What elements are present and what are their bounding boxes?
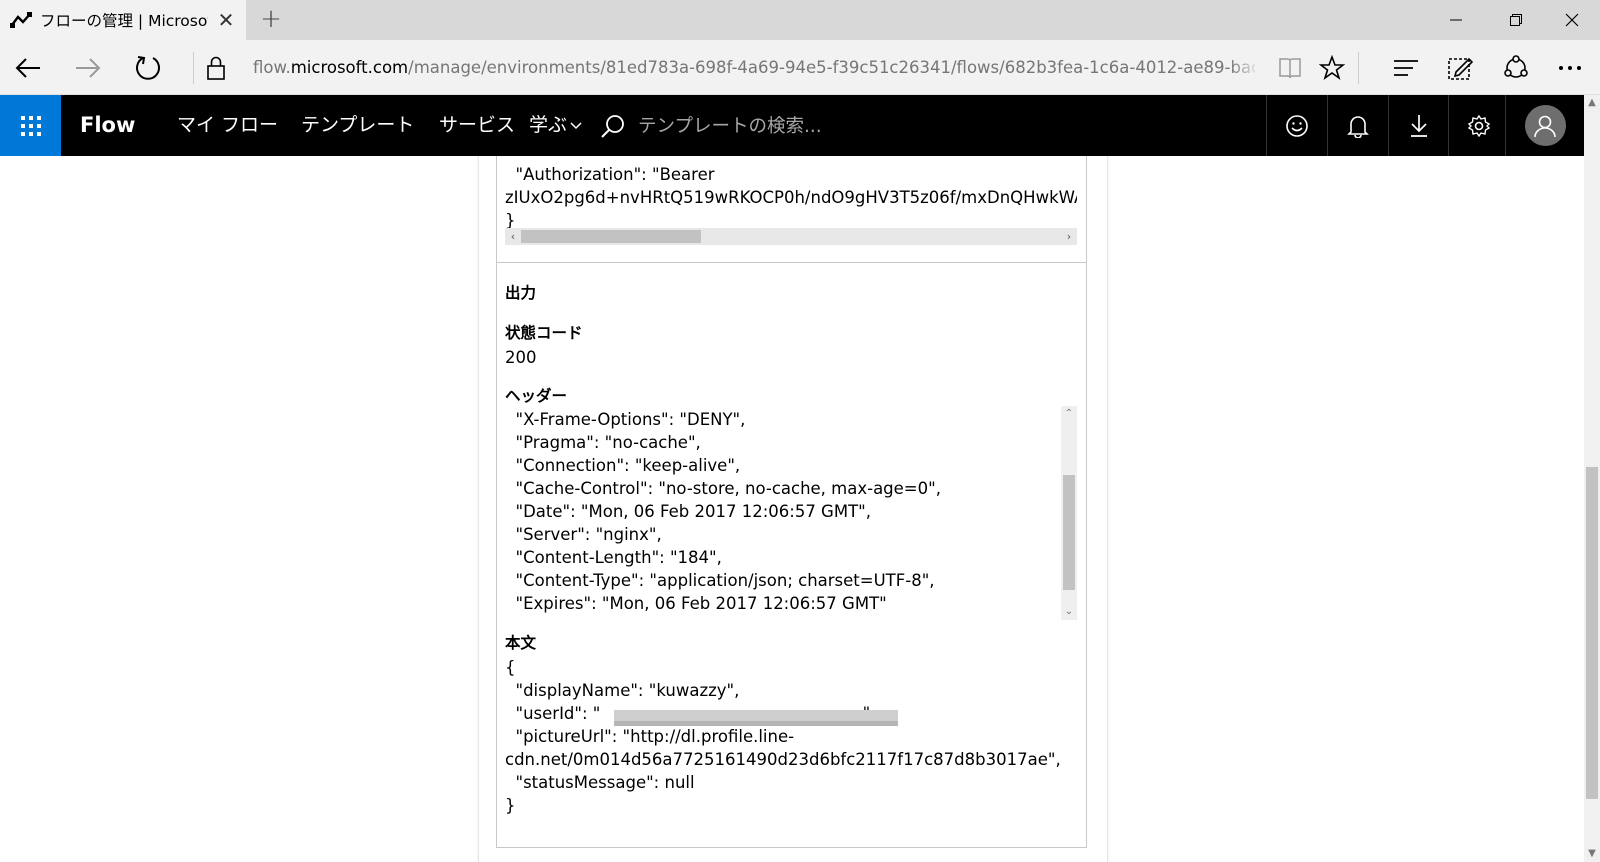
status-code-value: 200 <box>505 348 537 367</box>
request-headers-hscrollbar[interactable]: ‹ › <box>505 228 1077 245</box>
new-tab-icon[interactable]: + <box>258 6 284 33</box>
body-line: cdn.net/0m014d56a7725161490d23d6bfc2117f… <box>505 750 1061 769</box>
scroll-left-arrow-icon[interactable]: ‹ <box>505 228 521 245</box>
app-header: Flow マイ フロー テンプレート サービス 学ぶ <box>0 95 1584 156</box>
reading-view-icon[interactable] <box>1268 48 1312 88</box>
body-line: "statusMessage": null <box>505 773 695 792</box>
page-scrollbar-thumb[interactable] <box>1586 467 1598 799</box>
header-line: "Expires": "Mon, 06 Feb 2017 12:06:57 GM… <box>505 594 887 613</box>
header-line: "Cache-Control": "no-store, no-cache, ma… <box>505 479 941 498</box>
url-fade <box>1230 52 1260 84</box>
back-icon[interactable] <box>8 48 48 88</box>
nav-my-flows[interactable]: マイ フロー <box>177 109 278 141</box>
authorization-line: "Authorization": "Bearer <box>505 165 715 184</box>
feedback-smiley-icon[interactable] <box>1266 95 1326 156</box>
favorite-star-icon[interactable] <box>1310 48 1354 88</box>
refresh-icon[interactable] <box>128 48 168 88</box>
headers-label: ヘッダー <box>505 387 568 405</box>
nav-templates[interactable]: テンプレート <box>301 109 414 141</box>
scroll-right-arrow-icon[interactable]: › <box>1061 228 1077 245</box>
body-line: "pictureUrl": "http://dl.profile.line- <box>505 727 795 746</box>
toolbar-separator <box>1358 52 1359 84</box>
download-icon[interactable] <box>1388 95 1448 156</box>
header-line: "Content-Type": "application/json; chars… <box>505 571 935 590</box>
hub-icon[interactable] <box>1384 48 1428 88</box>
scroll-down-arrow-icon[interactable]: ⌄ <box>1061 604 1077 620</box>
avatar-person-icon <box>1524 105 1566 146</box>
status-code-label: 状態コード <box>505 324 583 342</box>
body-line: "displayName": "kuwazzy", <box>505 681 740 700</box>
url-host: microsoft.com <box>290 58 409 77</box>
browser-navigation-bar: flow.microsoft.com/manage/environments/8… <box>0 40 1600 95</box>
flow-logo-icon <box>10 12 32 28</box>
hscrollbar-thumb[interactable] <box>521 230 701 243</box>
lock-icon[interactable] <box>200 52 232 84</box>
settings-gear-icon[interactable] <box>1448 95 1508 156</box>
more-icon[interactable] <box>1548 48 1592 88</box>
minimize-icon[interactable] <box>1428 0 1484 40</box>
body-line: } <box>505 796 516 815</box>
nav-services[interactable]: サービス <box>439 109 515 141</box>
body-line: { <box>505 658 516 677</box>
body-label: 本文 <box>505 634 537 652</box>
search-icon[interactable] <box>600 113 626 139</box>
nav-learn-label: 学ぶ <box>529 114 568 136</box>
chevron-down-icon <box>570 121 582 129</box>
web-note-icon[interactable] <box>1438 48 1482 88</box>
address-bar[interactable]: flow.microsoft.com/manage/environments/8… <box>253 55 1255 81</box>
forward-icon[interactable] <box>68 48 108 88</box>
close-tab-icon[interactable]: ✕ <box>216 9 236 31</box>
section-divider <box>497 262 1086 263</box>
notifications-bell-icon[interactable] <box>1327 95 1387 156</box>
share-icon[interactable] <box>1494 48 1538 88</box>
close-window-icon[interactable] <box>1544 0 1600 40</box>
app-launcher-icon[interactable] <box>0 95 61 156</box>
restore-icon[interactable] <box>1488 0 1544 40</box>
output-section-title: 出力 <box>505 284 537 302</box>
header-line: "Content-Length": "184", <box>505 548 722 567</box>
browser-tab[interactable]: フローの管理 | Microsoft F ✕ <box>0 0 246 40</box>
authorization-token: zIUxO2pg6d+nvHRtQ519wRKOCP0h/ndO9gHV3T5z… <box>505 188 1077 207</box>
scroll-up-arrow-icon[interactable]: ▲ <box>1584 95 1600 111</box>
header-line: "X-Frame-Options": "DENY", <box>505 410 746 429</box>
headers-vscrollbar[interactable]: ⌃ ⌄ <box>1061 406 1077 620</box>
scroll-up-arrow-icon[interactable]: ⌃ <box>1061 406 1077 422</box>
redacted-user-id <box>614 710 898 726</box>
url-prefix: flow. <box>253 58 291 77</box>
browser-tab-strip: フローの管理 | Microsoft F ✕ + <box>0 0 1600 40</box>
user-avatar[interactable] <box>1505 95 1584 156</box>
header-line: "Date": "Mon, 06 Feb 2017 12:06:57 GMT", <box>505 502 871 521</box>
header-line: "Pragma": "no-cache", <box>505 433 701 452</box>
scroll-down-arrow-icon[interactable]: ▼ <box>1584 846 1600 862</box>
vscrollbar-thumb[interactable] <box>1063 475 1075 590</box>
nav-learn[interactable]: 学ぶ <box>529 109 582 141</box>
app-brand[interactable]: Flow <box>80 109 135 141</box>
page-scrollbar[interactable]: ▲ ▼ <box>1584 95 1600 862</box>
template-search-input[interactable] <box>638 111 1058 141</box>
address-separator <box>193 52 194 84</box>
tab-title: フローの管理 | Microsoft F <box>40 12 208 30</box>
url-path: /manage/environments/81ed783a-698f-4a69-… <box>408 58 1255 77</box>
header-line: "Connection": "keep-alive", <box>505 456 741 475</box>
header-line: "Server": "nginx", <box>505 525 662 544</box>
